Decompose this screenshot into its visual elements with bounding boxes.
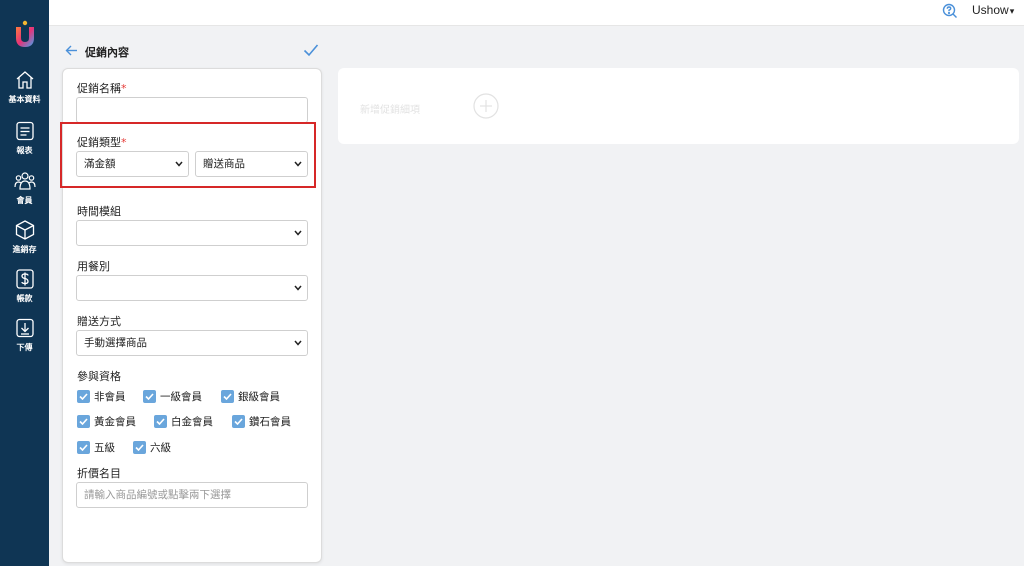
checkbox-checked-icon bbox=[133, 441, 146, 454]
checkbox-label: 一級會員 bbox=[160, 391, 202, 403]
promo-reward-value: 贈送商品 bbox=[203, 158, 245, 170]
required-mark: * bbox=[121, 136, 127, 149]
eligibility-checkbox[interactable]: 一級會員 bbox=[143, 389, 202, 404]
checkbox-label: 鑽石會員 bbox=[249, 416, 291, 428]
sidebar-item-download[interactable]: 下傳 bbox=[0, 317, 49, 353]
eligibility-checkbox[interactable]: 鑽石會員 bbox=[232, 414, 291, 429]
promo-reward-select[interactable]: 贈送商品 bbox=[195, 151, 308, 177]
dining-type-select[interactable] bbox=[76, 275, 308, 301]
dining-type-label: 用餐別 bbox=[77, 260, 110, 273]
sidebar-item-label: 會員 bbox=[16, 196, 33, 205]
sidebar-item-accounts[interactable]: 帳款 bbox=[0, 268, 49, 304]
sidebar-item-members[interactable]: 會員 bbox=[0, 170, 49, 206]
chevron-down-icon bbox=[294, 161, 302, 167]
back-arrow-icon[interactable] bbox=[65, 44, 78, 57]
promo-name-label: 促銷名稱* bbox=[77, 82, 127, 95]
checkbox-label: 六級 bbox=[150, 442, 171, 454]
app-logo[interactable] bbox=[13, 20, 37, 48]
add-circle-icon[interactable] bbox=[473, 93, 499, 119]
gift-method-value: 手動選擇商品 bbox=[84, 337, 147, 349]
checkbox-label: 五級 bbox=[94, 442, 115, 454]
time-module-label: 時間模組 bbox=[77, 205, 121, 218]
home-icon bbox=[14, 69, 36, 91]
checkbox-label: 白金會員 bbox=[171, 416, 213, 428]
promo-type-select[interactable]: 滿金額 bbox=[76, 151, 189, 177]
chevron-down-icon bbox=[294, 230, 302, 236]
gift-method-label: 贈送方式 bbox=[77, 315, 121, 328]
check-icon[interactable] bbox=[303, 43, 319, 57]
discount-items-input[interactable]: 請輸入商品編號或點擊兩下選擇 bbox=[76, 482, 308, 508]
sidebar-item-label: 帳款 bbox=[16, 294, 33, 303]
chevron-down-icon: ▾ bbox=[1009, 6, 1015, 16]
chevron-down-icon bbox=[294, 285, 302, 291]
help-icon[interactable] bbox=[942, 3, 958, 19]
checkbox-label: 黃金會員 bbox=[94, 416, 136, 428]
promo-details-panel bbox=[338, 68, 1019, 144]
discount-items-label: 折價名目 bbox=[77, 467, 121, 480]
sidebar-item-label: 進銷存 bbox=[12, 245, 37, 254]
required-mark: * bbox=[121, 82, 127, 95]
sidebar-item-inventory[interactable]: 進銷存 bbox=[0, 219, 49, 255]
report-icon bbox=[14, 120, 36, 142]
time-module-select[interactable] bbox=[76, 220, 308, 246]
members-icon bbox=[13, 170, 36, 192]
inventory-box-icon bbox=[14, 219, 36, 241]
download-icon bbox=[14, 317, 36, 339]
checkbox-checked-icon bbox=[154, 415, 167, 428]
checkbox-label: 非會員 bbox=[94, 391, 126, 403]
top-bar bbox=[49, 0, 1024, 26]
dollar-icon bbox=[14, 268, 36, 290]
promo-type-label: 促銷類型* bbox=[77, 136, 127, 149]
eligibility-checkbox[interactable]: 銀級會員 bbox=[221, 389, 280, 404]
eligibility-checkbox[interactable]: 白金會員 bbox=[154, 414, 213, 429]
promo-name-input[interactable] bbox=[76, 97, 308, 123]
promo-type-value: 滿金額 bbox=[84, 158, 116, 170]
sidebar-item-reports[interactable]: 報表 bbox=[0, 120, 49, 156]
gift-method-select[interactable]: 手動選擇商品 bbox=[76, 330, 308, 356]
user-name: Ushow bbox=[972, 3, 1009, 17]
add-detail-label: 新增促銷細項 bbox=[360, 105, 420, 116]
checkbox-checked-icon bbox=[143, 390, 156, 403]
eligibility-label: 參與資格 bbox=[77, 370, 121, 383]
sidebar-item-label: 基本資料 bbox=[8, 95, 41, 104]
checkbox-checked-icon bbox=[77, 415, 90, 428]
sidebar-item-label: 報表 bbox=[16, 146, 33, 155]
chevron-down-icon bbox=[294, 340, 302, 346]
eligibility-checkbox[interactable]: 黃金會員 bbox=[77, 414, 136, 429]
sidebar: 基本資料 報表 會員 進銷存 帳款 下傳 bbox=[0, 0, 49, 566]
eligibility-checkbox[interactable]: 非會員 bbox=[77, 389, 126, 404]
chevron-down-icon bbox=[175, 161, 183, 167]
checkbox-checked-icon bbox=[232, 415, 245, 428]
eligibility-checkbox[interactable]: 六級 bbox=[133, 440, 171, 455]
page-title: 促銷內容 bbox=[85, 46, 129, 59]
checkbox-checked-icon bbox=[77, 441, 90, 454]
sidebar-item-label: 下傳 bbox=[16, 343, 33, 352]
sidebar-item-basic-data[interactable]: 基本資料 bbox=[0, 69, 49, 105]
eligibility-checkbox[interactable]: 五級 bbox=[77, 440, 115, 455]
checkbox-checked-icon bbox=[221, 390, 234, 403]
checkbox-checked-icon bbox=[77, 390, 90, 403]
checkbox-label: 銀級會員 bbox=[238, 391, 280, 403]
user-menu[interactable]: Ushow▾ bbox=[972, 3, 1014, 17]
